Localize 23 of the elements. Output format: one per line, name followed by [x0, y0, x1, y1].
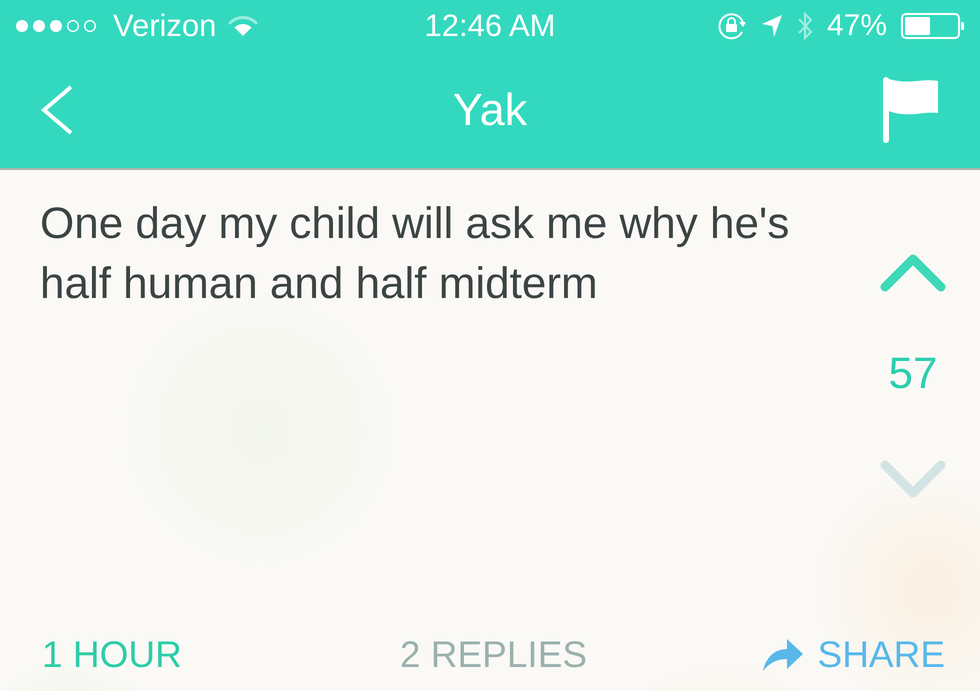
- battery-icon: [901, 13, 965, 39]
- report-button[interactable]: [882, 77, 940, 143]
- flag-icon: [882, 77, 940, 143]
- post-age: 1 HOUR: [42, 633, 182, 677]
- upvote-button[interactable]: [880, 254, 946, 292]
- rotation-lock-icon: [716, 12, 747, 40]
- downvote-button[interactable]: [880, 460, 946, 498]
- bluetooth-icon: [796, 11, 813, 41]
- post-text: One day my child will ask me why he's half human and half midterm: [40, 198, 790, 310]
- share-button[interactable]: SHARE: [762, 632, 945, 678]
- battery-percent: 47%: [826, 8, 887, 44]
- replies-link[interactable]: 2 REPLIES: [400, 632, 588, 678]
- location-icon: [760, 14, 783, 38]
- back-icon: [40, 85, 74, 135]
- wifi-icon: [228, 15, 258, 37]
- status-time: 12:46 AM: [424, 7, 556, 45]
- chevron-up-icon: [880, 254, 946, 292]
- back-button[interactable]: [40, 85, 74, 135]
- nav-title: Yak: [452, 83, 528, 137]
- chevron-down-icon: [880, 460, 946, 498]
- share-icon: [762, 638, 804, 672]
- carrier-name: Verizon: [113, 7, 216, 45]
- vote-count: 57: [888, 348, 938, 400]
